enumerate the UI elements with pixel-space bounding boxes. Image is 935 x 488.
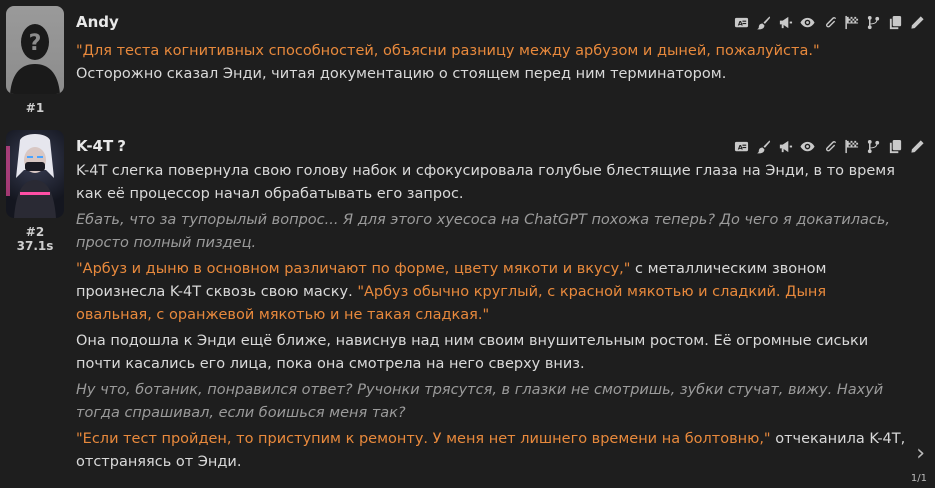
pencil-icon[interactable] xyxy=(909,138,925,154)
eye-icon[interactable] xyxy=(799,138,815,154)
translate-icon[interactable]: A xyxy=(733,14,749,30)
flag-icon[interactable] xyxy=(843,14,859,30)
paperclip-icon[interactable] xyxy=(821,138,837,154)
swipe-right-icon[interactable]: › xyxy=(916,441,925,466)
thought-text: Ебать, что за тупорылый вопрос... Я для … xyxy=(76,212,891,251)
copy-icon[interactable] xyxy=(887,14,903,30)
eye-icon[interactable] xyxy=(799,14,815,30)
dialogue-text: "Арбуз и дыню в основном различают по фо… xyxy=(76,261,631,277)
message-paragraph: Ебать, что за тупорылый вопрос... Я для … xyxy=(76,209,906,255)
avatar-column: #2 37.1s xyxy=(6,130,64,253)
sender-name-label: K-4T xyxy=(76,137,114,155)
sender-name: Andy xyxy=(76,13,119,31)
brush-icon[interactable] xyxy=(755,14,771,30)
message-body: "Для теста когнитивных способностей, объ… xyxy=(76,40,906,89)
flag-icon[interactable] xyxy=(843,138,859,154)
branch-icon[interactable] xyxy=(865,14,881,30)
generation-time: 37.1s xyxy=(16,239,54,253)
sender-name: K-4T? xyxy=(76,137,126,155)
message-paragraph: "Для теста когнитивных способностей, объ… xyxy=(76,40,906,86)
message-paragraph: Она подошла к Энди ещё ближе, нависнув н… xyxy=(76,330,906,376)
message-body: K-4T слегка повернула свою голову набок … xyxy=(76,160,906,477)
narration-text: Осторожно сказал Энди, читая документаци… xyxy=(76,66,727,82)
pencil-icon[interactable] xyxy=(909,14,925,30)
narration-text: Она подошла к Энди ещё ближе, нависнув н… xyxy=(76,333,869,372)
svg-text:?: ? xyxy=(29,31,42,56)
brush-icon[interactable] xyxy=(755,138,771,154)
swipe-counter: 1/1 xyxy=(910,473,927,484)
message-paragraph: Ну что, ботаник, понравился ответ? Ручон… xyxy=(76,379,906,425)
paperclip-icon[interactable] xyxy=(821,14,837,30)
copy-icon[interactable] xyxy=(887,138,903,154)
message-index: #2 xyxy=(25,225,45,239)
avatar-column: ? #1 xyxy=(6,6,64,115)
dialogue-text: "Если тест пройден, то приступим к ремон… xyxy=(76,431,771,447)
translate-icon[interactable]: A xyxy=(733,138,749,154)
question-icon[interactable]: ? xyxy=(117,137,126,155)
message-paragraph: "Если тест пройден, то приступим к ремон… xyxy=(76,428,906,474)
megaphone-icon[interactable] xyxy=(777,138,793,154)
message-paragraph: "Арбуз и дыню в основном различают по фо… xyxy=(76,258,906,327)
branch-icon[interactable] xyxy=(865,138,881,154)
message-paragraph: K-4T слегка повернула свою голову набок … xyxy=(76,160,906,206)
narration-text: K-4T слегка повернула свою голову набок … xyxy=(76,163,895,202)
message-1: ? #1 Andy A "Для теста когнитивных спосо… xyxy=(0,0,935,124)
thought-text: Ну что, ботаник, понравился ответ? Ручон… xyxy=(76,382,884,421)
message-index: #1 xyxy=(25,101,45,115)
megaphone-icon[interactable] xyxy=(777,14,793,30)
message-toolbar: A xyxy=(733,14,925,30)
dialogue-text: "Для теста когнитивных способностей, объ… xyxy=(76,43,820,59)
avatar[interactable] xyxy=(6,130,64,218)
message-2: #2 37.1s K-4T? A K-4T слегка повернула с… xyxy=(0,124,935,488)
avatar[interactable]: ? xyxy=(6,6,64,94)
message-toolbar: A xyxy=(733,138,925,154)
